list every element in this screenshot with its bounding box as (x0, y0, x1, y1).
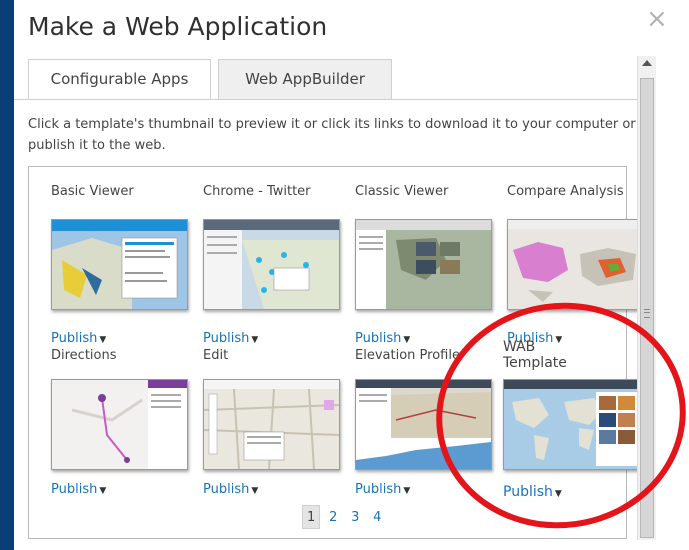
compare-analysis-thumbnail[interactable] (507, 219, 644, 310)
template-gallery: Basic Viewer Publish ▼ Chrome - Twitter … (28, 166, 644, 539)
publish-label: Publish (355, 482, 402, 497)
basic-viewer-thumbnail[interactable] (51, 219, 188, 310)
vertical-scrollbar[interactable] (637, 56, 656, 540)
publish-label: Publish (503, 484, 553, 500)
publish-label: Publish (203, 331, 250, 346)
close-icon[interactable]: × (646, 4, 668, 34)
publish-button[interactable]: Publish ▼ (51, 482, 106, 497)
publish-label: Publish (355, 331, 402, 346)
edit-thumbnail[interactable] (203, 379, 340, 470)
tab-web-appbuilder[interactable]: Web AppBuilder (218, 59, 392, 99)
caret-down-icon: ▼ (99, 335, 107, 345)
directions-thumbnail[interactable] (51, 379, 188, 470)
scrollbar-thumb[interactable] (640, 78, 654, 538)
caret-down-icon: ▼ (403, 335, 411, 345)
caret-down-icon: ▼ (251, 486, 259, 496)
classic-viewer-thumbnail[interactable] (355, 219, 492, 310)
template-title: WAB Template (503, 339, 567, 371)
scroll-up-arrow-icon[interactable] (642, 60, 652, 66)
template-title: Classic Viewer (355, 184, 449, 199)
wab-template-thumbnail[interactable] (503, 379, 640, 470)
tab-configurable-apps[interactable]: Configurable Apps (28, 59, 211, 100)
page-1-button[interactable]: 1 (302, 505, 321, 529)
publish-label: Publish (51, 482, 98, 497)
publish-button[interactable]: Publish ▼ (203, 482, 258, 497)
publish-button[interactable]: Publish ▼ (51, 331, 106, 346)
template-title: Chrome - Twitter (203, 184, 311, 199)
caret-down-icon: ▼ (251, 335, 259, 345)
publish-label: Publish (203, 482, 250, 497)
template-title: Directions (51, 348, 117, 363)
grip-icon (644, 309, 650, 318)
make-web-application-dialog: Make a Web Application × Configurable Ap… (14, 0, 689, 550)
template-title: Elevation Profile (355, 348, 460, 363)
template-title: Edit (203, 348, 229, 363)
chrome-twitter-thumbnail[interactable] (203, 219, 340, 310)
dialog-title: Make a Web Application (28, 12, 328, 41)
tab-divider (14, 99, 637, 100)
instructions-text: Click a template's thumbnail to preview … (28, 117, 636, 153)
page-3-button[interactable]: 3 (346, 506, 364, 530)
publish-button[interactable]: Publish ▼ (203, 331, 258, 346)
pagination: 1234 (302, 505, 390, 529)
caret-down-icon: ▼ (99, 486, 107, 496)
caret-down-icon: ▼ (554, 489, 562, 499)
template-title: Compare Analysis (507, 184, 624, 199)
page-4-button[interactable]: 4 (368, 506, 386, 530)
publish-button[interactable]: Publish ▼ (355, 331, 410, 346)
template-title: Basic Viewer (51, 184, 134, 199)
publish-button[interactable]: Publish ▼ (503, 484, 562, 500)
elevation-profile-thumbnail[interactable] (355, 379, 492, 470)
caret-down-icon: ▼ (403, 486, 411, 496)
publish-label: Publish (51, 331, 98, 346)
publish-button[interactable]: Publish ▼ (355, 482, 410, 497)
page-2-button[interactable]: 2 (324, 506, 342, 530)
